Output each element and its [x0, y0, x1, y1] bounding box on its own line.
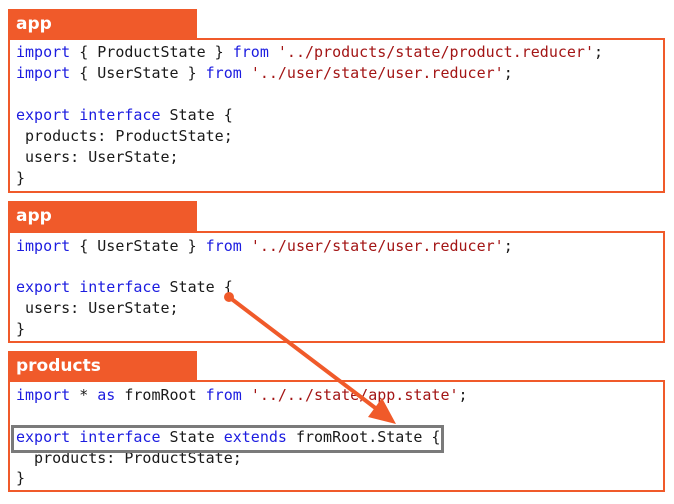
arrow-head-icon	[368, 398, 396, 424]
arrow-shaft	[227, 295, 380, 412]
annotation-arrow	[224, 292, 396, 424]
